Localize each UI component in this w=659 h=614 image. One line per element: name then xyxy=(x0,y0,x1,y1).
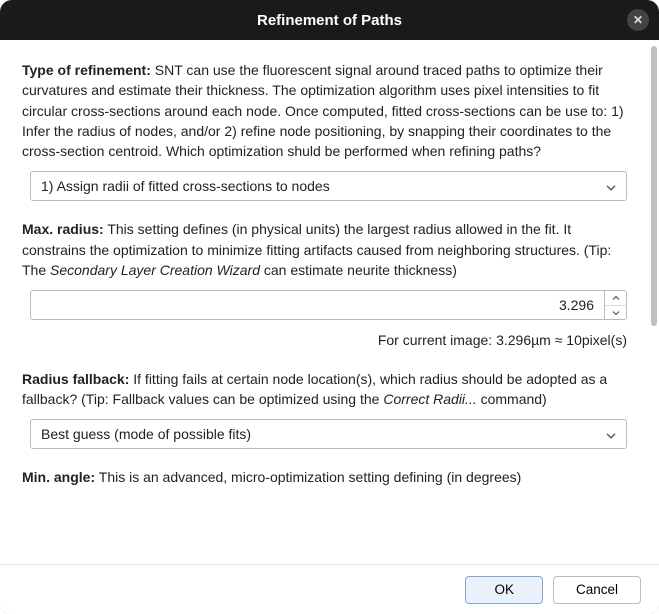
radius-fallback-description: Radius fallback: If fitting fails at cer… xyxy=(22,369,627,410)
min-angle-text-a: This is an advanced, micro-optimization … xyxy=(95,469,521,485)
spinner-up-button[interactable] xyxy=(605,291,626,306)
radius-fallback-select[interactable]: Best guess (mode of possible fits) xyxy=(30,419,627,449)
dialog-window: Refinement of Paths ✕ Type of refinement… xyxy=(0,0,659,614)
min-angle-description: Min. angle: This is an advanced, micro-o… xyxy=(22,467,627,487)
min-angle-label: Min. angle: xyxy=(22,469,95,485)
chevron-up-icon xyxy=(612,296,620,300)
radius-fallback-text-b: command) xyxy=(477,391,547,407)
dialog-content: Type of refinement: SNT can use the fluo… xyxy=(0,40,649,564)
type-of-refinement-select[interactable]: 1) Assign radii of fitted cross-sections… xyxy=(30,171,627,201)
chevron-down-icon xyxy=(612,311,620,315)
radius-fallback-italic: Correct Radii... xyxy=(383,391,476,407)
section-radius-fallback: Radius fallback: If fitting fails at cer… xyxy=(22,369,627,450)
spinner-down-button[interactable] xyxy=(605,306,626,320)
close-button[interactable]: ✕ xyxy=(627,9,649,31)
max-radius-input-row: 3.296 xyxy=(30,290,627,320)
type-of-refinement-selected: 1) Assign radii of fitted cross-sections… xyxy=(41,176,330,196)
section-min-angle: Min. angle: This is an advanced, micro-o… xyxy=(22,467,627,487)
max-radius-spinner xyxy=(605,290,627,320)
content-wrapper: Type of refinement: SNT can use the fluo… xyxy=(0,40,659,564)
chevron-down-icon xyxy=(606,176,616,196)
max-radius-text-b: can estimate neurite thickness) xyxy=(260,262,457,278)
max-radius-italic: Secondary Layer Creation Wizard xyxy=(50,262,260,278)
cancel-button-label: Cancel xyxy=(576,582,618,597)
scrollbar-thumb[interactable] xyxy=(651,46,657,326)
max-radius-description: Max. radius: This setting defines (in ph… xyxy=(22,219,627,280)
titlebar: Refinement of Paths ✕ xyxy=(0,0,659,40)
radius-fallback-selected: Best guess (mode of possible fits) xyxy=(41,424,251,444)
section-max-radius: Max. radius: This setting defines (in ph… xyxy=(22,219,627,350)
max-radius-input[interactable]: 3.296 xyxy=(30,290,605,320)
window-title: Refinement of Paths xyxy=(257,12,402,29)
max-radius-hint: For current image: 3.296µm ≈ 10pixel(s) xyxy=(22,330,627,350)
chevron-down-icon xyxy=(606,424,616,444)
max-radius-value: 3.296 xyxy=(559,295,594,315)
radius-fallback-label: Radius fallback: xyxy=(22,371,129,387)
type-of-refinement-label: Type of refinement: xyxy=(22,62,151,78)
close-icon: ✕ xyxy=(633,13,643,27)
button-bar: OK Cancel xyxy=(0,564,659,614)
cancel-button[interactable]: Cancel xyxy=(553,576,641,604)
scrollbar[interactable] xyxy=(649,40,659,564)
max-radius-label: Max. radius: xyxy=(22,221,104,237)
ok-button[interactable]: OK xyxy=(465,576,543,604)
section-type-of-refinement: Type of refinement: SNT can use the fluo… xyxy=(22,60,627,201)
type-of-refinement-description: Type of refinement: SNT can use the fluo… xyxy=(22,60,627,161)
ok-button-label: OK xyxy=(494,582,514,597)
